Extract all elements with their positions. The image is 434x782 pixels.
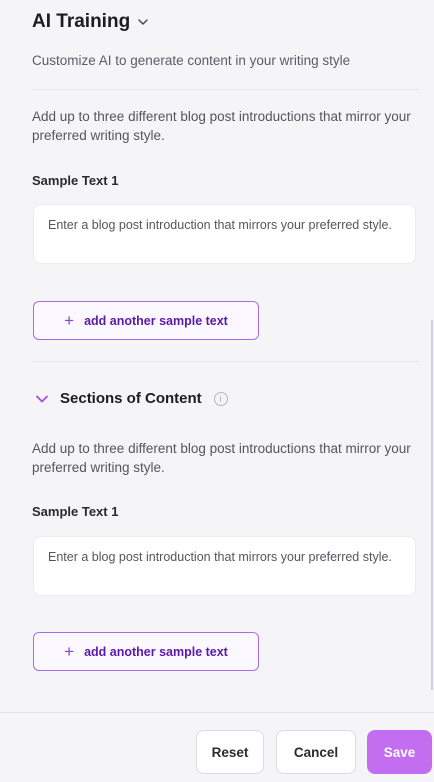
plus-icon: + bbox=[64, 642, 75, 661]
cancel-button[interactable]: Cancel bbox=[276, 730, 356, 774]
scrollbar[interactable] bbox=[431, 320, 433, 690]
page-subtitle: Customize AI to generate content in your… bbox=[32, 53, 351, 68]
add-sample-text-button[interactable]: + add another sample text bbox=[33, 301, 259, 340]
chevron-down-icon[interactable] bbox=[34, 391, 50, 407]
add-sample-text-label: add another sample text bbox=[84, 313, 228, 328]
sections-of-content-header[interactable]: Sections of Content i bbox=[34, 390, 228, 407]
sample-text-1-label: Sample Text 1 bbox=[32, 504, 119, 519]
plus-icon: + bbox=[64, 311, 75, 330]
divider bbox=[32, 89, 418, 90]
save-button[interactable]: Save bbox=[367, 730, 432, 774]
sample-text-1-label: Sample Text 1 bbox=[32, 173, 119, 188]
content-description: Add up to three different blog post intr… bbox=[32, 441, 411, 475]
section-title: Sections of Content bbox=[60, 390, 202, 407]
sample-text-1-input[interactable]: Enter a blog post introduction that mirr… bbox=[33, 536, 416, 596]
ai-training-panel: AI Training Customize AI to generate con… bbox=[0, 0, 434, 782]
chevron-down-icon[interactable] bbox=[136, 15, 150, 29]
panel-header[interactable]: AI Training bbox=[32, 11, 150, 33]
intro-description: Add up to three different blog post intr… bbox=[32, 109, 411, 143]
info-icon[interactable]: i bbox=[213, 391, 228, 406]
reset-button[interactable]: Reset bbox=[196, 730, 264, 774]
add-sample-text-button[interactable]: + add another sample text bbox=[33, 632, 259, 671]
sample-text-1-input[interactable]: Enter a blog post introduction that mirr… bbox=[33, 204, 416, 264]
add-sample-text-label: add another sample text bbox=[84, 644, 228, 659]
footer-bar: Reset Cancel Save bbox=[0, 712, 434, 782]
divider bbox=[32, 361, 418, 362]
page-title: AI Training bbox=[32, 11, 131, 32]
